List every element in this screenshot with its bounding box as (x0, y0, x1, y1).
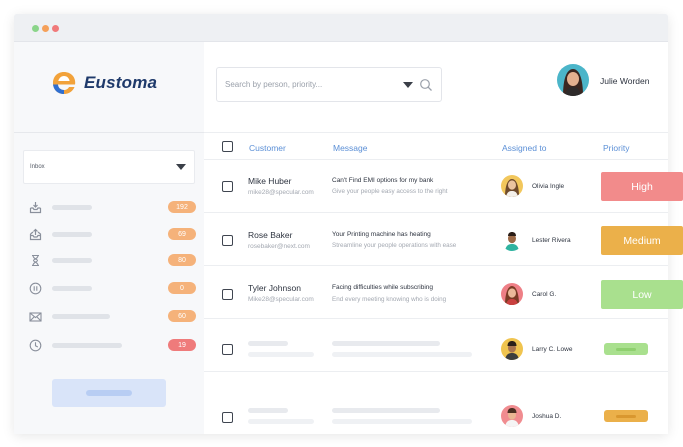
sidebar-item-inbox[interactable]: 192 (28, 198, 196, 216)
sidebar-item-outbox[interactable]: 69 (28, 225, 196, 243)
chevron-down-icon[interactable] (403, 82, 413, 88)
inbox-dropdown[interactable]: Inbox (23, 150, 195, 184)
message-title: Can't Find EMI options for my bank (332, 177, 434, 184)
table-row[interactable]: Tyler Johnson Mike28@specular.com Facing… (204, 266, 683, 319)
mail-icon (28, 309, 42, 323)
customer-name: Rose Baker (248, 230, 293, 240)
table-row[interactable]: Joshua D. (204, 372, 668, 427)
assignee-avatar (501, 338, 523, 360)
count-badge: 69 (168, 228, 196, 240)
column-header-priority[interactable]: Priority (603, 143, 629, 153)
row-checkbox[interactable] (222, 289, 233, 300)
message-title-placeholder (332, 408, 440, 413)
assignee-name: Lester Rivera (532, 237, 571, 244)
count-badge: 0 (168, 282, 196, 294)
sidebar-item-pending[interactable]: 80 (28, 251, 196, 269)
message-preview-placeholder (332, 352, 472, 357)
app-window: Eustoma Inbox 192 69 80 0 60 19 Search b… (14, 14, 683, 434)
assignee-name: Larry C. Lowe (532, 346, 573, 353)
count-badge: 192 (168, 201, 196, 213)
select-all-checkbox[interactable] (222, 141, 233, 152)
sidebar-item-label (52, 313, 110, 319)
customer-email: Mike28@specular.com (248, 296, 314, 303)
priority-badge-high[interactable]: High (601, 172, 683, 201)
assignee-name: Joshua D. (532, 413, 562, 420)
brand-logo[interactable]: Eustoma (50, 68, 180, 98)
sidebar-item-label (52, 231, 92, 237)
eustoma-logo-icon (50, 69, 78, 97)
window-dot-orange[interactable] (42, 25, 49, 32)
sidebar-item-on-hold[interactable]: 0 (28, 279, 196, 297)
sidebar-item-label (52, 285, 92, 291)
row-checkbox[interactable] (222, 412, 233, 423)
main-panel: Julie Worden Customer Message Assigned t… (204, 42, 683, 434)
customer-name: Tyler Johnson (248, 283, 301, 293)
row-checkbox[interactable] (222, 344, 233, 355)
row-checkbox[interactable] (222, 181, 233, 192)
window-dot-green[interactable] (32, 25, 39, 32)
customer-email: rosebaker@next.com (248, 243, 310, 250)
message-preview-placeholder (332, 419, 472, 424)
count-badge: 19 (168, 339, 196, 351)
sidebar-item-history[interactable]: 19 (28, 336, 196, 354)
table-row[interactable]: Mike Huber mike28@specular.com Can't Fin… (204, 160, 683, 213)
assignee-avatar (501, 283, 523, 305)
search-box[interactable] (216, 67, 442, 102)
column-header-customer[interactable]: Customer (249, 143, 286, 153)
assignee-name: Olivia Ingle (532, 183, 565, 190)
search-input[interactable] (225, 80, 395, 89)
assignee-avatar (501, 175, 523, 197)
assignee-avatar (501, 405, 523, 427)
column-header-assigned-to[interactable]: Assigned to (502, 143, 546, 153)
table-row[interactable]: Rose Baker rosebaker@next.com Your Print… (204, 213, 683, 266)
sidebar: Eustoma Inbox 192 69 80 0 60 19 (14, 42, 204, 434)
chevron-down-icon (176, 164, 186, 170)
table-row[interactable]: Larry C. Lowe (204, 319, 668, 372)
priority-badge-low[interactable]: Low (601, 280, 683, 309)
count-badge: 60 (168, 310, 196, 322)
brand-name: Eustoma (84, 73, 158, 92)
sidebar-divider (14, 132, 204, 133)
hourglass-icon (28, 253, 42, 267)
priority-badge-placeholder[interactable] (604, 343, 648, 355)
table-header: Customer Message Assigned to Priority (204, 132, 668, 160)
count-badge: 80 (168, 254, 196, 266)
clock-icon (28, 338, 42, 352)
title-bar (14, 14, 668, 42)
customer-name-placeholder (248, 341, 288, 346)
user-name: Julie Worden (600, 76, 650, 86)
inbox-download-icon (28, 200, 42, 214)
sidebar-action-button[interactable] (52, 379, 166, 407)
inbox-upload-icon (28, 227, 42, 241)
sidebar-item-mail[interactable]: 60 (28, 307, 196, 325)
sidebar-item-label (52, 257, 92, 263)
message-preview: Streamline your people operations with e… (332, 242, 457, 249)
row-checkbox[interactable] (222, 235, 233, 246)
avatar[interactable] (557, 64, 589, 96)
message-preview: End every meeting knowing who is doing (332, 296, 447, 303)
sidebar-item-label (52, 342, 122, 348)
message-title: Facing difficulties while subscribing (332, 284, 434, 291)
customer-name: Mike Huber (248, 176, 292, 186)
pause-circle-icon (28, 281, 42, 295)
message-title: Your Printing machine has heating (332, 231, 431, 238)
assignee-name: Carol G. (532, 291, 557, 298)
assignee-avatar (501, 229, 523, 251)
customer-email-placeholder (248, 419, 314, 424)
sidebar-item-label (52, 204, 92, 210)
customer-email-placeholder (248, 352, 314, 357)
message-title-placeholder (332, 341, 440, 346)
sidebar-action-button-label (86, 390, 132, 396)
priority-badge-medium[interactable]: Medium (601, 226, 683, 255)
search-icon[interactable] (419, 78, 433, 92)
customer-name-placeholder (248, 408, 288, 413)
window-dot-red[interactable] (52, 25, 59, 32)
customer-email: mike28@specular.com (248, 189, 314, 196)
inbox-dropdown-label: Inbox (30, 164, 45, 170)
column-header-message[interactable]: Message (333, 143, 368, 153)
message-preview: Give your people easy access to the righ… (332, 188, 448, 195)
priority-badge-placeholder[interactable] (604, 410, 648, 422)
